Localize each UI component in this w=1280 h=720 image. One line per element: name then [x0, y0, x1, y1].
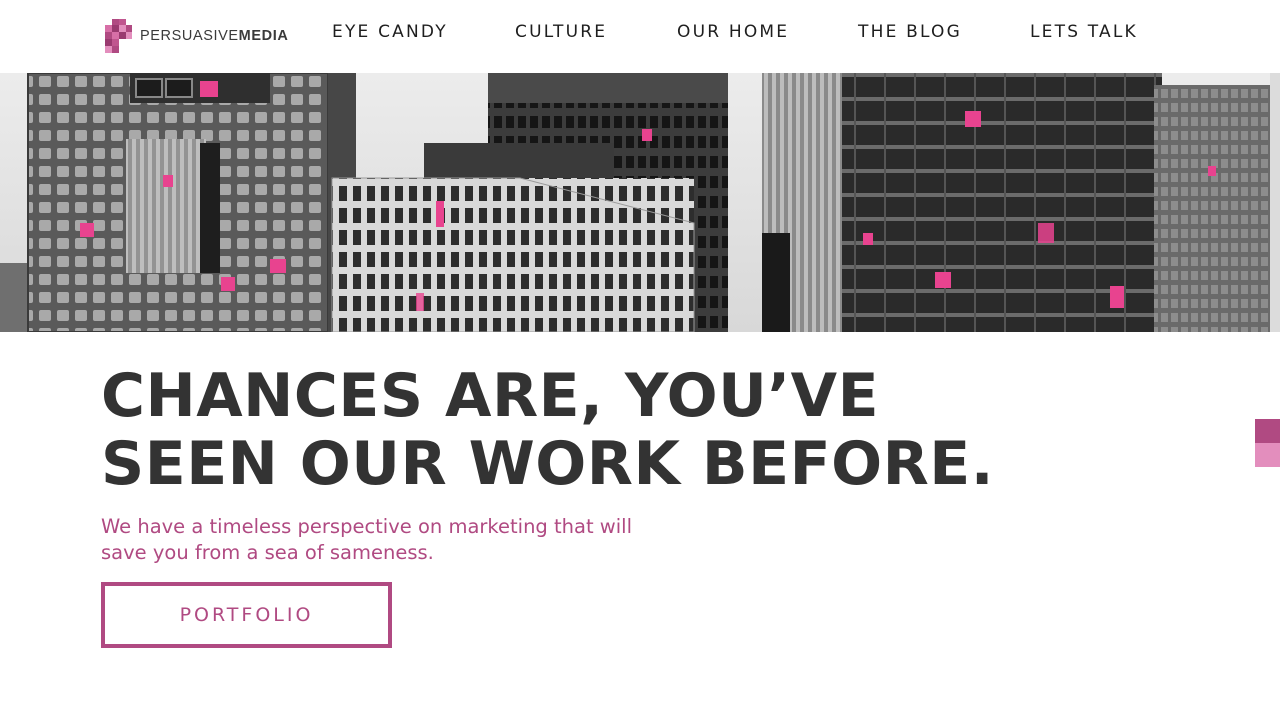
site-header: PERSUASIVEMEDIA EYE CANDY CULTURE OUR HO… — [0, 0, 1280, 73]
hero-image — [0, 73, 1280, 332]
logo-p-icon — [104, 19, 132, 53]
hero-headline: CHANCES ARE, YOU’VE SEEN OUR WORK BEFORE… — [101, 362, 1001, 498]
nav-eye-candy[interactable]: EYE CANDY — [332, 22, 448, 42]
nav-our-home[interactable]: OUR HOME — [677, 22, 789, 42]
nav-culture[interactable]: CULTURE — [515, 22, 607, 42]
logo-prefix: PERSUASIVE — [140, 28, 239, 44]
hero-subhead: We have a timeless perspective on market… — [101, 515, 633, 564]
logo-suffix: MEDIA — [238, 28, 289, 44]
nav-the-blog[interactable]: THE BLOG — [858, 22, 962, 42]
portfolio-button[interactable]: PORTFOLIO — [101, 582, 392, 648]
logo-wordmark: PERSUASIVEMEDIA — [140, 28, 288, 44]
brand-logo[interactable]: PERSUASIVEMEDIA — [104, 19, 288, 53]
headline-line-1: CHANCES ARE, YOU’VE — [101, 361, 880, 431]
pixel-tab-icon — [1255, 419, 1280, 443]
headline-line-2: SEEN OUR WORK BEFORE. — [101, 429, 995, 499]
pixel-tab-icon-lower — [1255, 443, 1280, 467]
skyline-illustration — [0, 73, 1280, 332]
nav-lets-talk[interactable]: LETS TALK — [1030, 22, 1138, 42]
